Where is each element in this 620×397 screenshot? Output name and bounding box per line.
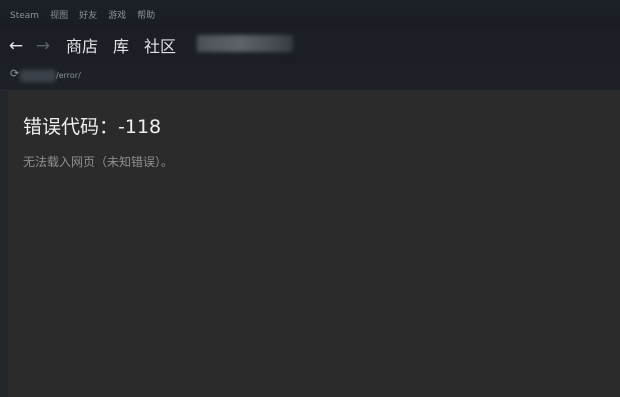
forward-arrow-icon[interactable]: → xyxy=(35,37,51,55)
menu-item-steam[interactable]: Steam xyxy=(10,11,39,22)
menu-item-friends[interactable]: 好友 xyxy=(79,11,97,22)
url-domain-redacted xyxy=(20,70,56,82)
url-bar xyxy=(0,65,620,89)
menu-item-games[interactable]: 游戏 xyxy=(108,11,126,22)
window-titlebar: Steam 视图 好友 游戏 帮助 xyxy=(0,0,620,28)
error-title: 错误代码：-118 xyxy=(23,116,162,138)
username-tab-redacted[interactable] xyxy=(197,35,293,52)
back-arrow-icon[interactable]: ← xyxy=(8,37,24,55)
tab-store[interactable]: 商店 xyxy=(66,37,98,57)
url-path: /error/ xyxy=(56,71,81,80)
menu-item-help[interactable]: 帮助 xyxy=(137,11,155,22)
main-tabs: 商店 库 社区 xyxy=(66,37,191,57)
error-message: 无法载入网页（未知错误）。 xyxy=(23,155,174,169)
menu-item-view[interactable]: 视图 xyxy=(50,11,68,22)
menu-bar: Steam 视图 好友 游戏 帮助 xyxy=(10,11,166,22)
tab-community[interactable]: 社区 xyxy=(144,37,176,57)
tab-library[interactable]: 库 xyxy=(113,37,129,57)
